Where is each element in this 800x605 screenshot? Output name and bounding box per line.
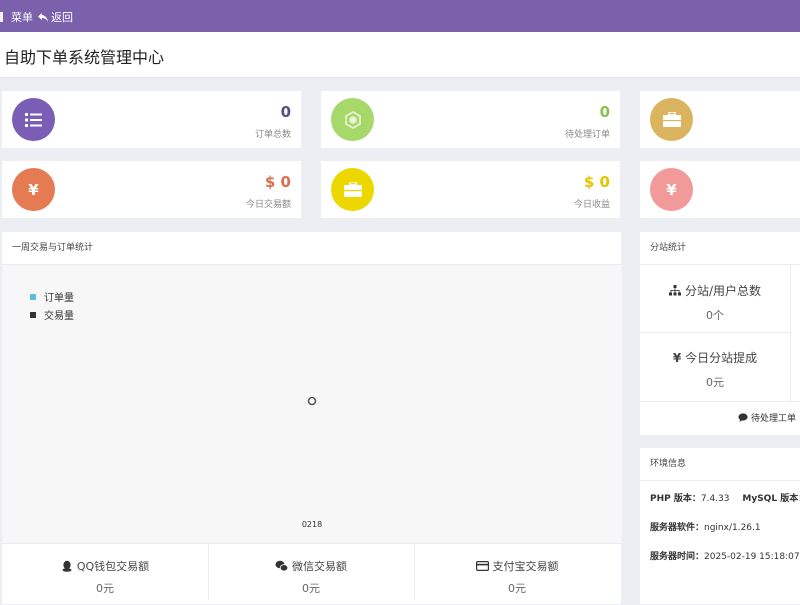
- substation-users-stat: 分站/用户总数 0个: [640, 282, 790, 323]
- payment-label: 支付宝交易额: [492, 560, 559, 573]
- stat-card-pending-orders: 0 待处理订单: [321, 91, 620, 148]
- sitemap-icon: [668, 285, 681, 296]
- cube-icon: [331, 98, 374, 141]
- stat-card-today-trade: ¥ $ 0 今日交易额: [2, 161, 301, 218]
- stat-label: 分站/用户总数: [684, 284, 762, 298]
- divider: [640, 332, 790, 333]
- stat-card-3: [640, 91, 800, 148]
- server-label: 服务器软件：: [650, 523, 705, 533]
- stat-card-today-income: $ 0 今日收益: [321, 161, 620, 218]
- list-icon: [12, 98, 55, 141]
- payment-value: 0元: [508, 582, 526, 595]
- page-header: 自助下单系统管理中心: [0, 32, 800, 78]
- back-label: 返回: [51, 11, 73, 24]
- env-php-mysql-row: PHP 版本：7.4.33 MySQL 版本：5.: [650, 491, 800, 504]
- environment-info-panel: 环境信息 PHP 版本：7.4.33 MySQL 版本：5. 服务器软件：ngi…: [640, 448, 800, 604]
- pending-tickets-link[interactable]: 待处理工单: [738, 411, 796, 424]
- payment-label: QQ钱包交易额: [76, 560, 150, 573]
- back-button[interactable]: 返回: [38, 9, 73, 25]
- mysql-label: MySQL 版本：: [742, 494, 800, 504]
- reply-icon: [38, 12, 48, 22]
- env-time-row: 服务器时间：2025-02-19 15:18:07: [650, 549, 800, 562]
- stat-label: 今日分站提成: [685, 351, 758, 365]
- comment-icon: [738, 413, 748, 422]
- panel-title: 一周交易与订单统计: [2, 232, 621, 265]
- x-tick-label: 0218: [301, 520, 323, 529]
- yen-icon: ¥: [12, 168, 55, 211]
- substation-stats-panel: 分站统计 分站/用户总数 0个 ¥ 今日分站提成 0元 待处理工单: [640, 232, 800, 435]
- wechat-icon: [275, 560, 288, 572]
- briefcase-icon: [331, 168, 374, 211]
- php-label: PHP 版本：: [650, 494, 701, 504]
- stat-value: 0: [599, 103, 610, 121]
- stat-card-6: ¥: [640, 161, 800, 218]
- weekly-stats-panel: 一周交易与订单统计 订单量 交易量 0218 QQ钱包交易额 0元 微信交易额 …: [2, 232, 622, 605]
- panel-title: 环境信息: [640, 448, 800, 481]
- credit-card-icon: [475, 561, 489, 571]
- php-value: 7.4.33: [700, 494, 730, 504]
- payment-value: 0元: [96, 582, 114, 595]
- stat-value: $ 0: [264, 173, 291, 191]
- chart-area: 订单量 交易量 0218: [2, 265, 622, 543]
- briefcase-icon: [650, 98, 693, 141]
- divider: [640, 401, 800, 402]
- stat-value: 0: [280, 103, 291, 121]
- payment-value: 0元: [302, 582, 320, 595]
- stat-value: 0元: [706, 376, 724, 389]
- yen-icon: ¥: [650, 168, 693, 211]
- stat-value: $ 0: [583, 173, 610, 191]
- stat-label: 订单总数: [254, 130, 291, 140]
- menu-label: 菜单: [11, 11, 33, 24]
- payment-qq: QQ钱包交易额 0元: [2, 544, 209, 600]
- payment-wechat: 微信交易额 0元: [208, 544, 415, 600]
- substation-withdraw-stat: ¥ 今日分站提成 0元: [640, 349, 790, 390]
- payment-label: 微信交易额: [292, 560, 347, 573]
- stat-label: 今日收益: [573, 200, 610, 210]
- yen-icon: ¥: [672, 350, 682, 365]
- server-value: nginx/1.26.1: [704, 523, 761, 533]
- tickets-label: 待处理工单: [751, 414, 797, 424]
- stat-card-total-orders: 0 订单总数: [2, 91, 301, 148]
- payment-summary-row: QQ钱包交易额 0元 微信交易额 0元 支付宝交易额 0元: [2, 543, 621, 605]
- qq-icon: [62, 560, 72, 572]
- stat-label: 待处理订单: [564, 130, 610, 140]
- page-title: 自助下单系统管理中心: [4, 48, 165, 67]
- env-server-row: 服务器软件：nginx/1.26.1: [650, 520, 761, 533]
- stat-label: 今日交易额: [245, 200, 291, 210]
- divider: [790, 265, 791, 401]
- data-point[interactable]: [307, 396, 317, 406]
- menu-icon: [0, 12, 3, 22]
- top-nav-bar: 菜单 返回: [0, 0, 800, 32]
- chart-svg: [307, 396, 317, 406]
- panel-title: 分站统计: [640, 232, 800, 265]
- time-value: 2025-02-19 15:18:07: [704, 552, 800, 562]
- stat-value: 0个: [706, 309, 724, 322]
- payment-alipay: 支付宝交易额 0元: [414, 544, 620, 600]
- time-label: 服务器时间：: [650, 552, 705, 562]
- menu-button[interactable]: 菜单: [0, 9, 33, 25]
